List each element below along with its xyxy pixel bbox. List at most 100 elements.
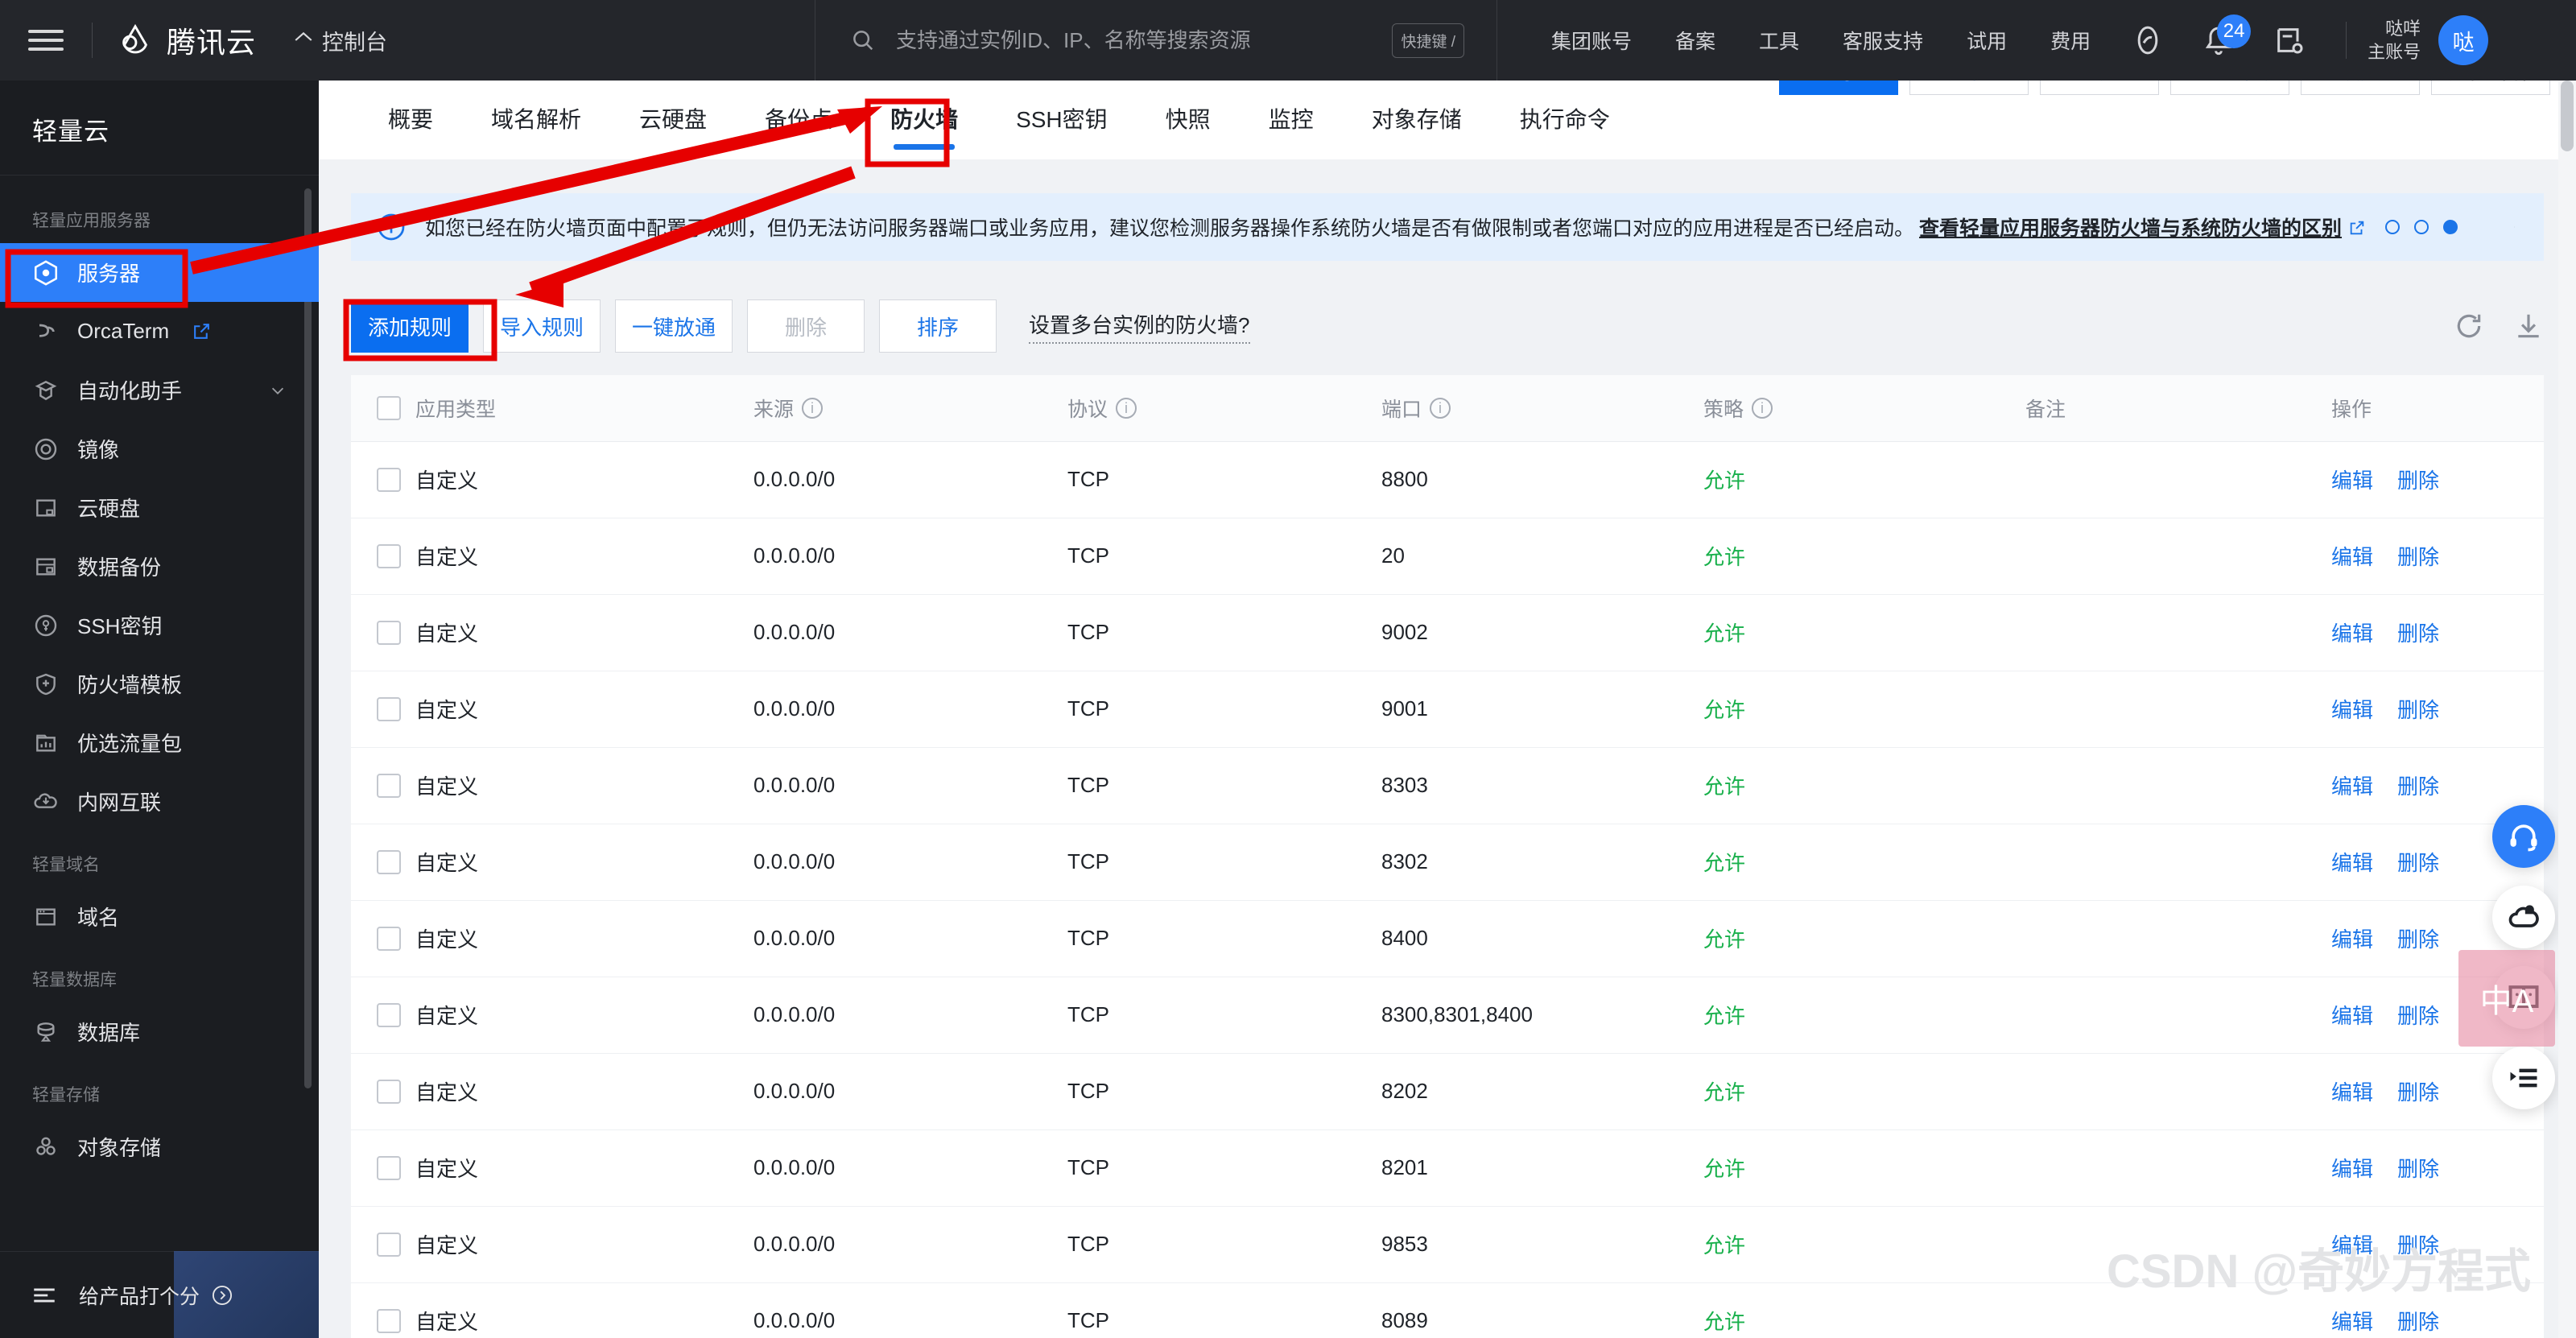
sidebar-item-intranet[interactable]: 内网互联 [0,772,319,831]
row-edit-link[interactable]: 编辑 [2331,774,2373,799]
rate-product-label[interactable]: 给产品打个分 [79,1281,233,1310]
sidebar-item-sshkey[interactable]: SSH密钥 [0,596,319,655]
sort-button[interactable]: 排序 [879,299,997,353]
sidebar-item-firewall-template[interactable]: 防火墙模板 [0,655,319,713]
row-delete-link[interactable]: 删除 [2397,469,2439,493]
sidebar-footer[interactable]: 给产品打个分 [0,1251,319,1338]
row-delete-link[interactable]: 删除 [2397,1233,2439,1257]
customer-service-button[interactable] [2492,805,2555,868]
menu-toggle-icon[interactable] [24,24,68,56]
nav-item-group-account[interactable]: 集团账号 [1530,26,1653,55]
close-icon[interactable] [2514,213,2515,241]
collapse-panel-button[interactable] [2492,1047,2555,1109]
nav-item-tools[interactable]: 工具 [1737,26,1821,55]
sidebar-item-object-storage[interactable]: 对象存储 [0,1117,319,1176]
one-click-open-button[interactable]: 一键放通 [615,299,733,353]
avatar[interactable]: 哒 [2438,15,2489,65]
sidebar-item-domain[interactable]: 域名 [0,887,319,946]
info-icon[interactable]: i [1430,397,1451,419]
translate-badge[interactable]: 中A [2458,950,2555,1047]
nav-item-billing[interactable]: 费用 [2029,26,2112,55]
global-search[interactable]: 快捷键 / [815,0,1497,81]
info-icon[interactable]: i [1752,397,1773,419]
download-icon[interactable] [2513,311,2544,341]
row-checkbox[interactable] [377,620,401,645]
multi-instance-firewall-link[interactable]: 设置多台实例的防火墙? [1029,309,1250,344]
sidebar-item-backup[interactable]: 数据备份 [0,537,319,596]
row-checkbox[interactable] [377,1308,401,1333]
tab-run-command[interactable]: 执行命令 [1491,81,1639,159]
brand-logo-group[interactable]: 腾讯云 [117,19,256,61]
row-checkbox[interactable] [377,773,401,798]
row-delete-link[interactable]: 删除 [2397,698,2439,722]
account-info[interactable]: 哒咩 主账号 [2368,17,2421,64]
info-icon[interactable]: i [1116,397,1137,419]
row-edit-link[interactable]: 编辑 [2331,1310,2373,1334]
nav-item-support[interactable]: 客服支持 [1821,26,1945,55]
nav-item-trial[interactable]: 试用 [1945,26,2029,55]
row-edit-link[interactable]: 编辑 [2331,851,2373,875]
row-delete-link[interactable]: 删除 [2397,774,2439,799]
row-delete-link[interactable]: 删除 [2397,545,2439,569]
sidebar-item-automation[interactable]: 自动化助手 [0,361,319,419]
collapse-icon[interactable] [31,1282,58,1309]
tab-overview[interactable]: 概要 [359,81,462,159]
row-edit-link[interactable]: 编辑 [2331,622,2373,646]
tab-monitor[interactable]: 监控 [1240,81,1343,159]
info-icon[interactable]: i [802,397,824,419]
row-checkbox[interactable] [377,849,401,874]
row-edit-link[interactable]: 编辑 [2331,1004,2373,1028]
sidebar-item-database[interactable]: 数据库 [0,1002,319,1061]
banner-dot-1[interactable] [2385,220,2401,234]
row-edit-link[interactable]: 编辑 [2331,1080,2373,1105]
import-rule-button[interactable]: 导入规则 [483,299,601,353]
cloud-alert-button[interactable] [2492,886,2555,948]
row-checkbox[interactable] [377,1232,401,1257]
banner-dot-2[interactable] [2414,220,2429,234]
row-delete-link[interactable]: 删除 [2397,1004,2439,1028]
workorder-button[interactable] [2272,23,2307,58]
row-edit-link[interactable]: 编辑 [2331,545,2373,569]
sidebar-item-clouddisk[interactable]: 云硬盘 [0,478,319,537]
row-edit-link[interactable]: 编辑 [2331,698,2373,722]
tab-object-storage[interactable]: 对象存储 [1343,81,1491,159]
search-input[interactable] [896,27,1372,53]
banner-pagination-dots[interactable] [2385,220,2458,234]
refresh-icon[interactable] [2454,311,2484,341]
row-delete-link[interactable]: 删除 [2397,1080,2439,1105]
row-checkbox[interactable] [377,543,401,568]
sidebar-item-server[interactable]: 服务器 [0,243,319,302]
notifications-button[interactable]: 24 [2201,14,2252,58]
sidebar-item-traffic-package[interactable]: 优选流量包 [0,713,319,772]
tab-clouddisk[interactable]: 云硬盘 [610,81,736,159]
select-all-checkbox[interactable] [377,395,401,420]
sidebar-item-orcaterm[interactable]: OrcaTerm [0,302,319,361]
tab-dns[interactable]: 域名解析 [462,81,610,159]
row-checkbox[interactable] [377,1155,401,1180]
tab-firewall[interactable]: 防火墙 [861,81,987,159]
row-delete-link[interactable]: 删除 [2397,622,2439,646]
row-edit-link[interactable]: 编辑 [2331,1233,2373,1257]
tab-backup[interactable]: 备份点 [736,81,861,159]
sidebar-item-image[interactable]: 镜像 [0,419,319,478]
row-checkbox[interactable] [377,696,401,721]
row-edit-link[interactable]: 编辑 [2331,1157,2373,1181]
console-link[interactable]: 控制台 [293,25,387,56]
add-rule-button[interactable]: 添加规则 [351,299,469,353]
row-checkbox[interactable] [377,926,401,951]
row-delete-link[interactable]: 删除 [2397,851,2439,875]
info-banner-link[interactable]: 查看轻量应用服务器防火墙与系统防火墙的区别 [1919,217,2342,240]
banner-dot-3[interactable] [2443,220,2458,234]
row-edit-link[interactable]: 编辑 [2331,927,2373,952]
row-delete-link[interactable]: 删除 [2397,927,2439,952]
row-delete-link[interactable]: 删除 [2397,1157,2439,1181]
row-checkbox[interactable] [377,467,401,492]
row-edit-link[interactable]: 编辑 [2331,469,2373,493]
tab-sshkey[interactable]: SSH密钥 [987,81,1137,159]
nav-item-beian[interactable]: 备案 [1653,26,1737,55]
page-scrollbar[interactable] [2558,81,2576,1338]
activity-icon-button[interactable] [2130,23,2165,58]
row-checkbox[interactable] [377,1002,401,1027]
tab-snapshot[interactable]: 快照 [1137,81,1240,159]
page-scrollbar-thumb[interactable] [2561,81,2574,151]
